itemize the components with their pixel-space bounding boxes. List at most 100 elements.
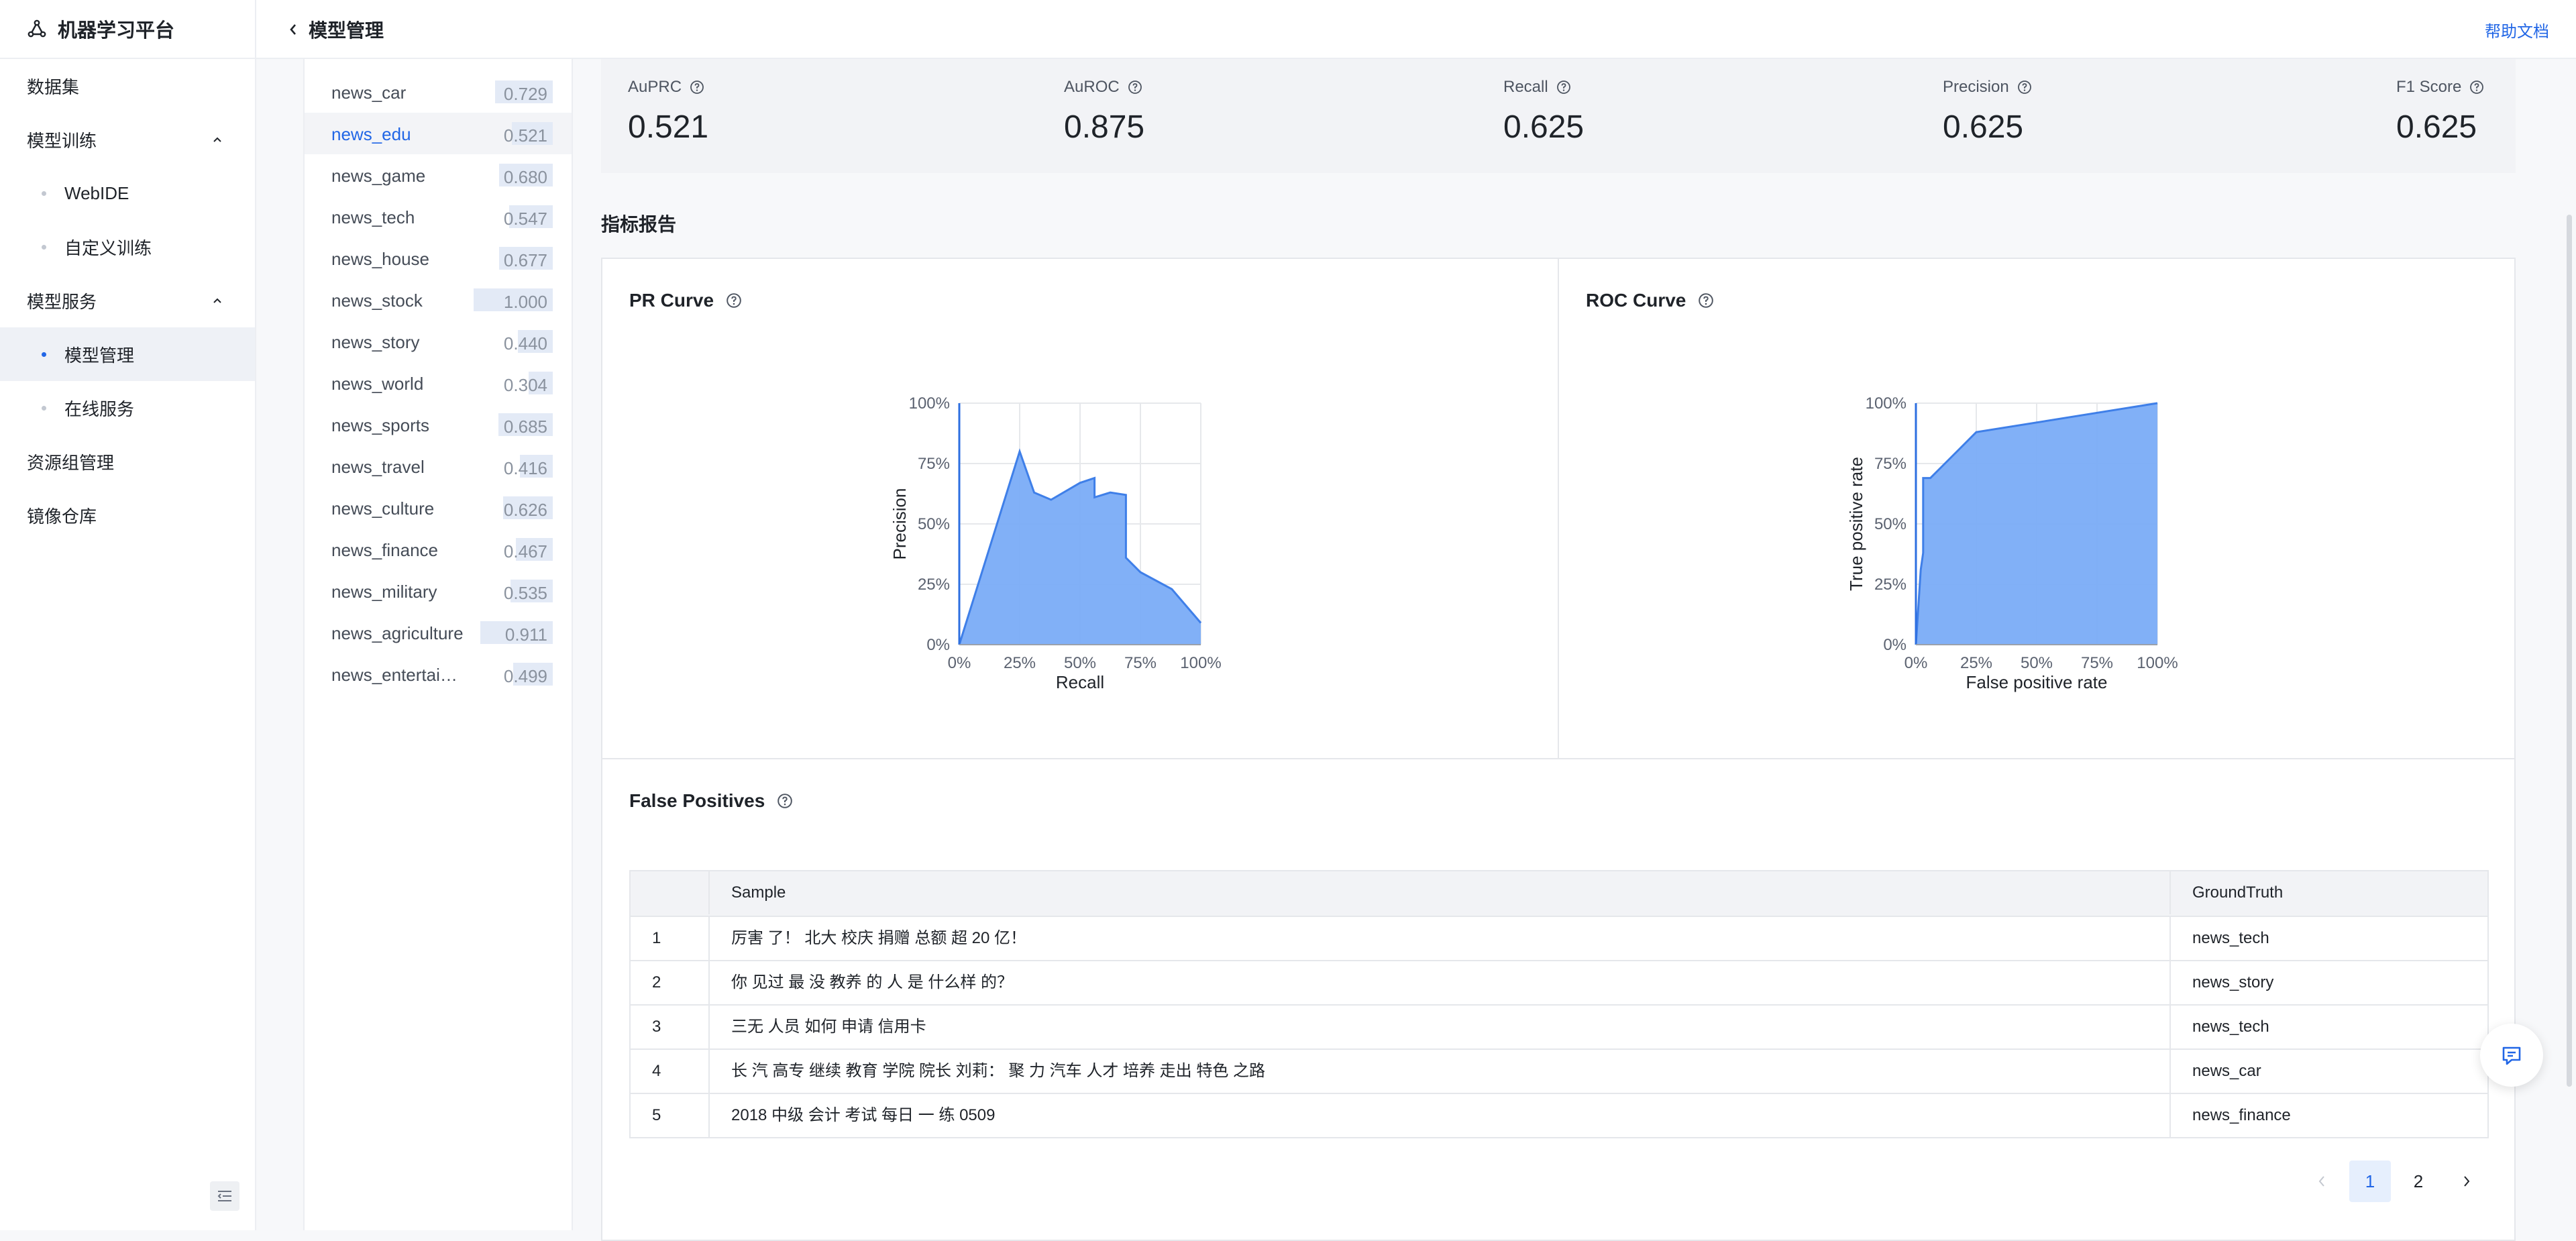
metric-auroc: AuROC 0.875 bbox=[1064, 78, 1144, 146]
category-score: 0.440 bbox=[503, 333, 547, 354]
nav-item-model-service[interactable]: 模型服务 bbox=[0, 274, 255, 327]
category-score-bar: 0.467 bbox=[474, 538, 553, 561]
sidebar: 机器学习平台 数据集 模型训练 WebIDE 自定义训练 模型服务 模型管理 在… bbox=[0, 0, 256, 1230]
row-index: 1 bbox=[631, 917, 710, 960]
nav-label: 模型服务 bbox=[27, 291, 97, 312]
category-score: 0.911 bbox=[504, 625, 547, 645]
category-score: 0.416 bbox=[503, 458, 547, 478]
nav-item-custom-training[interactable]: 自定义训练 bbox=[0, 220, 255, 274]
category-list: news_car 0.729 news_edu 0.521 news_game … bbox=[303, 59, 573, 1230]
help-circle-icon[interactable] bbox=[1556, 80, 1571, 95]
category-item[interactable]: news_edu 0.521 bbox=[305, 113, 572, 154]
table-row: 2 你 见过 最 没 教养 的 人 是 什么样 的？ news_story bbox=[631, 960, 2487, 1004]
category-name: news_world bbox=[331, 374, 424, 394]
row-index: 3 bbox=[631, 1006, 710, 1048]
back-chevron-icon[interactable] bbox=[286, 21, 301, 38]
chevron-right-icon bbox=[2464, 1176, 2470, 1187]
y-tick-label: 0% bbox=[1883, 636, 1907, 654]
category-item[interactable]: news_world 0.304 bbox=[305, 362, 572, 404]
category-item[interactable]: news_car 0.729 bbox=[305, 71, 572, 113]
app-title: 机器学习平台 bbox=[58, 20, 175, 42]
help-docs-link[interactable]: 帮助文档 bbox=[2485, 18, 2549, 42]
curve-area bbox=[1916, 403, 2157, 645]
nav-label: WebIDE bbox=[64, 182, 129, 203]
nav-label: 模型训练 bbox=[27, 130, 97, 151]
metric-label: F1 Score bbox=[2396, 78, 2462, 96]
y-tick-label: 25% bbox=[1874, 576, 1907, 594]
row-index: 5 bbox=[631, 1094, 710, 1137]
next-page-button[interactable] bbox=[2446, 1161, 2487, 1202]
nav-item-datasets[interactable]: 数据集 bbox=[0, 59, 255, 113]
chat-icon bbox=[2502, 1046, 2521, 1065]
y-axis-title: Precision bbox=[890, 488, 910, 560]
nav-item-webide[interactable]: WebIDE bbox=[0, 166, 255, 220]
category-item[interactable]: news_travel 0.416 bbox=[305, 445, 572, 487]
category-score: 1.000 bbox=[503, 292, 547, 312]
platform-logo-icon bbox=[28, 19, 46, 38]
category-item[interactable]: news_finance 0.467 bbox=[305, 529, 572, 570]
x-tick-label: 25% bbox=[1004, 654, 1036, 672]
collapse-sidebar-button[interactable] bbox=[210, 1181, 239, 1211]
page-2-button[interactable]: 2 bbox=[2398, 1161, 2439, 1202]
category-score: 0.547 bbox=[503, 209, 547, 229]
category-item[interactable]: news_story 0.440 bbox=[305, 321, 572, 362]
y-tick-label: 50% bbox=[1874, 515, 1907, 533]
category-name: news_tech bbox=[331, 207, 415, 227]
page-scrollbar[interactable] bbox=[2567, 215, 2572, 1087]
row-sample: 长 汽 高专 继续 教育 学院 院长 刘莉： 聚 力 汽车 人才 培养 走出 特… bbox=[710, 1050, 2171, 1093]
category-score-bar: 0.440 bbox=[474, 330, 553, 354]
y-tick-label: 75% bbox=[918, 455, 950, 473]
category-item[interactable]: news_military 0.535 bbox=[305, 570, 572, 612]
nav-dot bbox=[42, 245, 46, 250]
top-header bbox=[256, 0, 2576, 59]
nav-item-model-management[interactable]: 模型管理 bbox=[0, 327, 255, 381]
y-tick-label: 75% bbox=[1874, 455, 1907, 473]
row-index: 4 bbox=[631, 1050, 710, 1093]
roc-curve-chart: 0% 25% 50% 75% 100% 0% 25% 50% 75% 100% False posi… bbox=[1846, 394, 2178, 692]
nav-item-online-service[interactable]: 在线服务 bbox=[0, 381, 255, 435]
nav-item-model-training[interactable]: 模型训练 bbox=[0, 113, 255, 166]
row-sample: 2018 中级 会计 考试 每日 一 练 0509 bbox=[710, 1094, 2171, 1137]
category-item[interactable]: news_entertainment 0.499 bbox=[305, 653, 572, 695]
category-score-bar: 0.535 bbox=[474, 580, 553, 603]
x-tick-label: 50% bbox=[1064, 654, 1096, 672]
column-header-sample: Sample bbox=[710, 871, 2171, 914]
x-tick-label: 75% bbox=[2081, 654, 2113, 672]
row-index: 2 bbox=[631, 961, 710, 1004]
table-row: 4 长 汽 高专 继续 教育 学院 院长 刘莉： 聚 力 汽车 人才 培养 走出… bbox=[631, 1048, 2487, 1093]
category-item[interactable]: news_house 0.677 bbox=[305, 237, 572, 279]
category-score-bar: 0.304 bbox=[474, 372, 553, 395]
category-item[interactable]: news_agriculture 0.911 bbox=[305, 612, 572, 653]
category-score-bar: 0.677 bbox=[474, 247, 553, 270]
brand[interactable]: 机器学习平台 bbox=[0, 0, 255, 59]
feedback-chat-button[interactable] bbox=[2480, 1024, 2543, 1087]
help-circle-icon[interactable] bbox=[2469, 80, 2484, 95]
nav-label: 在线服务 bbox=[64, 398, 135, 419]
help-circle-icon[interactable] bbox=[1128, 80, 1142, 95]
category-score-bar: 0.499 bbox=[474, 663, 553, 686]
row-groundtruth: news_tech bbox=[2192, 1018, 2269, 1036]
prev-page-button[interactable] bbox=[2301, 1161, 2343, 1202]
nav-item-image-registry[interactable]: 镜像仓库 bbox=[0, 488, 255, 542]
pr-curve-chart: 0% 25% 50% 75% 100% 0% 25% 50% 75% 100% Recall Prec… bbox=[890, 394, 1222, 692]
page-1-button[interactable]: 1 bbox=[2349, 1161, 2391, 1202]
help-circle-icon[interactable] bbox=[690, 80, 704, 95]
help-circle-icon[interactable] bbox=[777, 793, 793, 809]
category-item[interactable]: news_stock 1.000 bbox=[305, 279, 572, 321]
nav-dot bbox=[42, 406, 46, 411]
category-item[interactable]: news_tech 0.547 bbox=[305, 196, 572, 237]
metric-value: 0.625 bbox=[1943, 109, 2024, 145]
x-axis-title: Recall bbox=[1056, 672, 1104, 692]
help-circle-icon[interactable] bbox=[2017, 80, 2032, 95]
category-item[interactable]: news_culture 0.626 bbox=[305, 487, 572, 529]
metric-value: 0.875 bbox=[1064, 109, 1145, 145]
category-name: news_edu bbox=[331, 124, 411, 144]
category-name: news_military bbox=[331, 582, 437, 602]
category-name: news_car bbox=[331, 83, 407, 103]
category-item[interactable]: news_sports 0.685 bbox=[305, 404, 572, 445]
page-title: 模型管理 bbox=[309, 20, 384, 41]
category-score: 0.521 bbox=[503, 125, 547, 146]
category-score: 0.685 bbox=[503, 417, 547, 437]
nav-item-resource-groups[interactable]: 资源组管理 bbox=[0, 435, 255, 488]
category-item[interactable]: news_game 0.680 bbox=[305, 154, 572, 196]
